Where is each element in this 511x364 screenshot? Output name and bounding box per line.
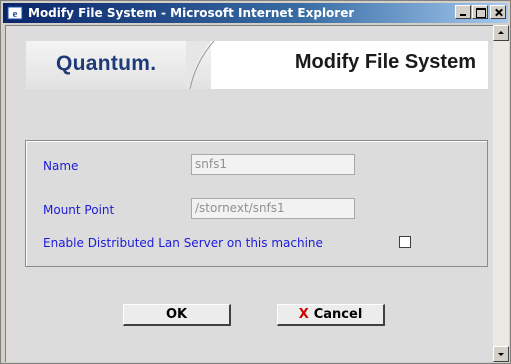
- distributed-lan-server-checkbox[interactable]: [399, 236, 411, 248]
- form-group: Name snfs1 Mount Point /stornext/snfs1 E…: [25, 140, 488, 267]
- ie-icon: e: [7, 5, 23, 21]
- banner-divider-icon: [186, 41, 215, 89]
- page-header-banner: Quantum. Modify File System: [26, 41, 488, 89]
- page-title: Modify File System: [294, 51, 476, 73]
- scroll-up-arrow-icon[interactable]: [493, 25, 509, 41]
- scroll-down-arrow-icon[interactable]: [493, 346, 509, 362]
- cancel-button-label: Cancel: [313, 307, 363, 322]
- name-label: Name: [43, 159, 79, 173]
- mount-point-field[interactable]: /stornext/snfs1: [191, 198, 355, 219]
- ok-button[interactable]: OK: [123, 304, 231, 326]
- window-title: Modify File System - Microsoft Internet …: [28, 6, 355, 20]
- distributed-lan-server-label: Enable Distributed Lan Server on this ma…: [43, 236, 323, 250]
- quantum-logo: Quantum.: [56, 52, 157, 75]
- ie-window: e Modify File System - Microsoft Interne…: [0, 0, 511, 364]
- x-icon: X: [298, 307, 309, 322]
- title-bar[interactable]: e Modify File System - Microsoft Interne…: [3, 3, 508, 23]
- minimize-button[interactable]: [455, 5, 471, 19]
- ok-button-label: OK: [165, 307, 188, 322]
- cancel-button[interactable]: X Cancel: [277, 304, 385, 326]
- name-field[interactable]: snfs1: [191, 154, 355, 175]
- close-button[interactable]: [490, 5, 506, 19]
- mount-point-label: Mount Point: [43, 203, 115, 217]
- svg-text:e: e: [13, 8, 18, 20]
- vertical-scrollbar[interactable]: [493, 25, 509, 362]
- maximize-button[interactable]: [472, 5, 488, 19]
